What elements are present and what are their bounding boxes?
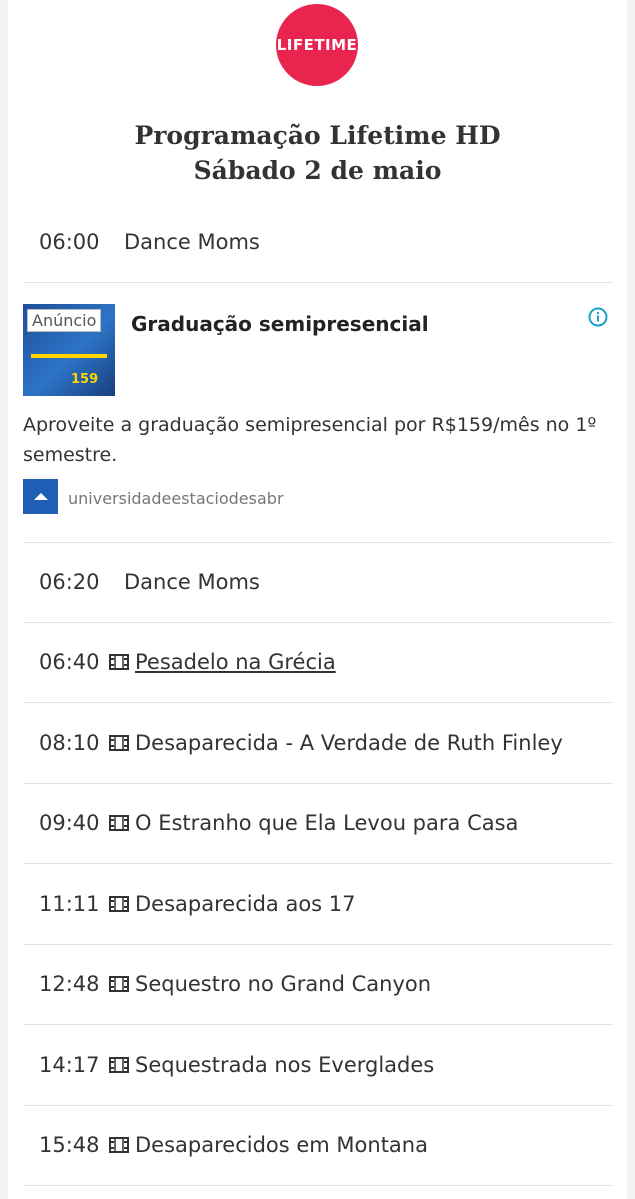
schedule-title: O Estranho que Ela Levou para Casa xyxy=(135,811,519,835)
ad-title[interactable]: Graduação semipresencial xyxy=(131,312,429,336)
page-title: Programação Lifetime HD Sábado 2 de maio xyxy=(8,118,627,188)
ad-thumb-stripe xyxy=(31,354,107,358)
schedule-title: Sequestrada nos Everglades xyxy=(135,1053,435,1077)
schedule-title-link[interactable]: Pesadelo na Grécia xyxy=(135,650,336,674)
film-icon xyxy=(109,654,129,670)
schedule-row: 11:11 Desaparecida aos 17 xyxy=(23,864,613,945)
schedule-row: 06:20 Dance Moms xyxy=(23,542,613,623)
schedule-title: Desaparecida aos 17 xyxy=(135,892,356,916)
logo-text: LIFETIME xyxy=(276,36,358,54)
schedule-title: Desaparecida - A Verdade de Ruth Finley xyxy=(135,731,563,755)
schedule-row: 08:10 Desaparecida - A Verdade de Ruth F… xyxy=(23,703,613,784)
film-icon xyxy=(109,1057,129,1073)
lifetime-logo[interactable]: LIFETIME xyxy=(276,4,358,86)
info-icon[interactable] xyxy=(588,307,608,327)
schedule-title: Sequestro no Grand Canyon xyxy=(135,972,432,996)
schedule-time: 09:40 xyxy=(39,811,100,835)
page: LIFETIME Programação Lifetime HD Sábado … xyxy=(8,0,627,1199)
ad-source[interactable]: universidadeestaciodesabr xyxy=(68,489,284,508)
schedule-time: 06:00 xyxy=(39,230,100,254)
schedule-row: 12:48 Sequestro no Grand Canyon xyxy=(23,944,613,1025)
ad-block[interactable]: Anúncio 159 Graduação semipresencial Apr… xyxy=(23,282,613,543)
title-channel: Programação Lifetime HD xyxy=(134,121,501,150)
film-icon xyxy=(109,1137,129,1153)
schedule-time: 06:20 xyxy=(39,570,100,594)
title-date: Sábado 2 de maio xyxy=(193,156,442,185)
film-icon xyxy=(109,896,129,912)
ad-badge: Anúncio xyxy=(27,309,102,332)
schedule-time: 06:40 xyxy=(39,650,100,674)
schedule-time: 08:10 xyxy=(39,731,100,755)
schedule-time: 12:48 xyxy=(39,972,100,996)
ad-description: Aproveite a graduação semipresencial por… xyxy=(23,414,597,466)
ad-source-logo[interactable] xyxy=(23,479,58,514)
schedule-row: 06:00 Dance Moms xyxy=(23,202,613,283)
film-icon xyxy=(109,815,129,831)
schedule-title: Dance Moms xyxy=(124,570,260,594)
schedule-time: 15:48 xyxy=(39,1133,100,1157)
schedule-row: 14:17 Sequestrada nos Everglades xyxy=(23,1025,613,1106)
schedule-time: 11:11 xyxy=(39,892,100,916)
schedule-row: 09:40 O Estranho que Ela Levou para Casa xyxy=(23,783,613,864)
film-icon xyxy=(109,976,129,992)
schedule-title: Dance Moms xyxy=(124,230,260,254)
schedule-row: 15:48 Desaparecidos em Montana xyxy=(23,1105,613,1186)
ad-thumbnail[interactable]: Anúncio 159 xyxy=(23,304,115,396)
ad-thumb-price: 159 xyxy=(71,372,99,387)
schedule-row[interactable]: 06:40 Pesadelo na Grécia xyxy=(23,622,613,703)
schedule-time: 14:17 xyxy=(39,1053,100,1077)
schedule-title: Desaparecidos em Montana xyxy=(135,1133,428,1157)
film-icon xyxy=(109,735,129,751)
